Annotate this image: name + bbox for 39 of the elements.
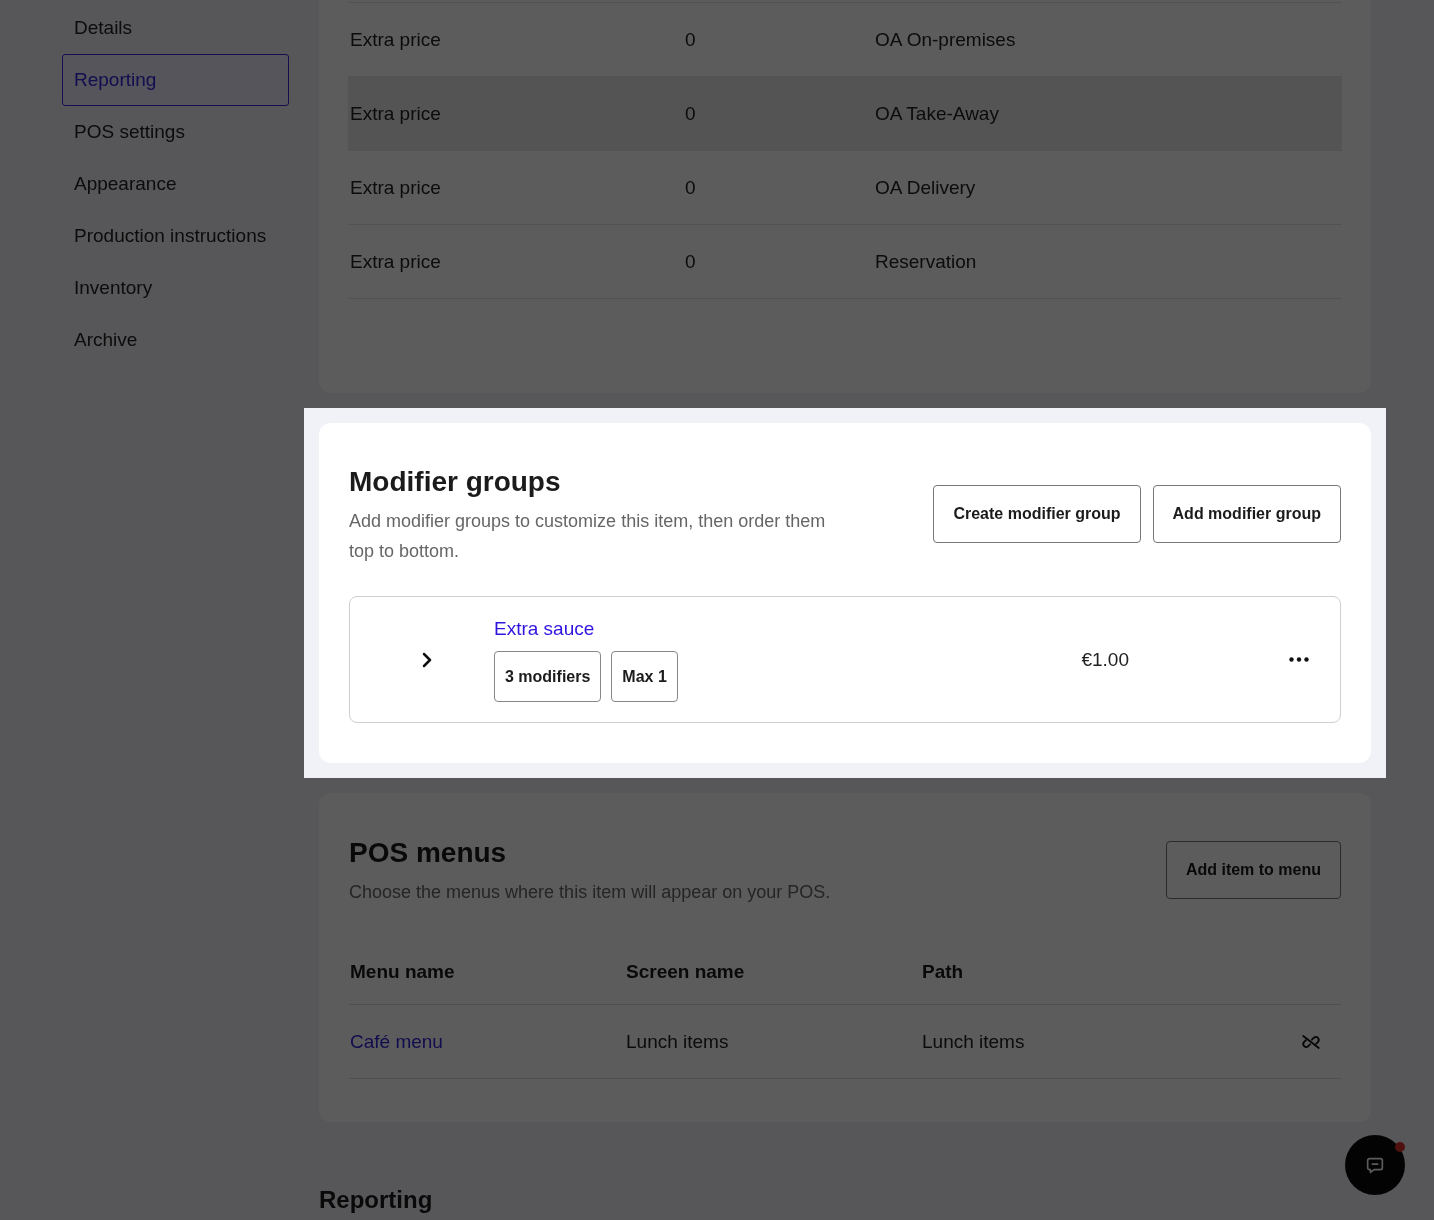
table-cell-text: Extra price	[349, 28, 441, 51]
table-cell-text: Extra price	[349, 102, 441, 125]
group-name-link[interactable]: Extra sauce	[494, 617, 595, 641]
table-cell-text: 0	[684, 102, 696, 125]
more-options-icon[interactable]	[1289, 657, 1309, 662]
table-cell-text: Extra price	[349, 176, 441, 199]
group-price: €1.00	[1081, 648, 1129, 671]
group-chip: Max 1	[611, 651, 678, 702]
table-cell-text: Reservation	[874, 250, 977, 273]
sidebar-item[interactable]: Reporting	[62, 54, 289, 106]
table-cell-text: 0	[684, 250, 696, 273]
section-title: POS menus	[349, 836, 508, 870]
sidebar-item[interactable]: POS settings	[62, 106, 289, 158]
modifier-group-button[interactable]: Add modifier group	[1152, 485, 1341, 543]
column-header: Path	[921, 960, 964, 983]
add-item-to-menu-button[interactable]: Add item to menu	[1165, 841, 1341, 899]
modifier-group-button[interactable]: Create modifier group	[933, 485, 1141, 543]
table-cell: Lunch items	[625, 1030, 729, 1053]
column-header: Menu name	[349, 960, 455, 983]
group-chip: 3 modifiers	[494, 651, 602, 702]
sidebar-item[interactable]: Inventory	[62, 262, 289, 314]
chat-button[interactable]	[1345, 1135, 1405, 1195]
section-title: Reporting	[319, 1186, 434, 1214]
sidebar-item[interactable]: Appearance	[62, 158, 289, 210]
sidebar-item[interactable]: Details	[62, 2, 289, 54]
table-cell-text: 0	[684, 176, 696, 199]
table-cell-text: 0	[684, 28, 696, 51]
table-cell-text: Extra price	[349, 250, 441, 273]
section-title: Modifier groups	[349, 465, 562, 499]
menu-name-link[interactable]: Café menu	[349, 1030, 443, 1053]
column-header: Screen name	[625, 960, 745, 983]
section-description: Add modifier groups to customize this item, then order them top to bottom.	[349, 510, 827, 563]
table-cell-text: OA On-premises	[874, 28, 1016, 51]
table-cell: Lunch items	[921, 1030, 1025, 1053]
table-cell-text: OA Take-Away	[874, 102, 999, 125]
table-cell-text: OA Delivery	[874, 176, 976, 199]
sidebar-item[interactable]: Archive	[62, 314, 289, 366]
sidebar-item[interactable]: Production instructions	[62, 210, 289, 262]
chevron-icon[interactable]	[422, 651, 432, 668]
